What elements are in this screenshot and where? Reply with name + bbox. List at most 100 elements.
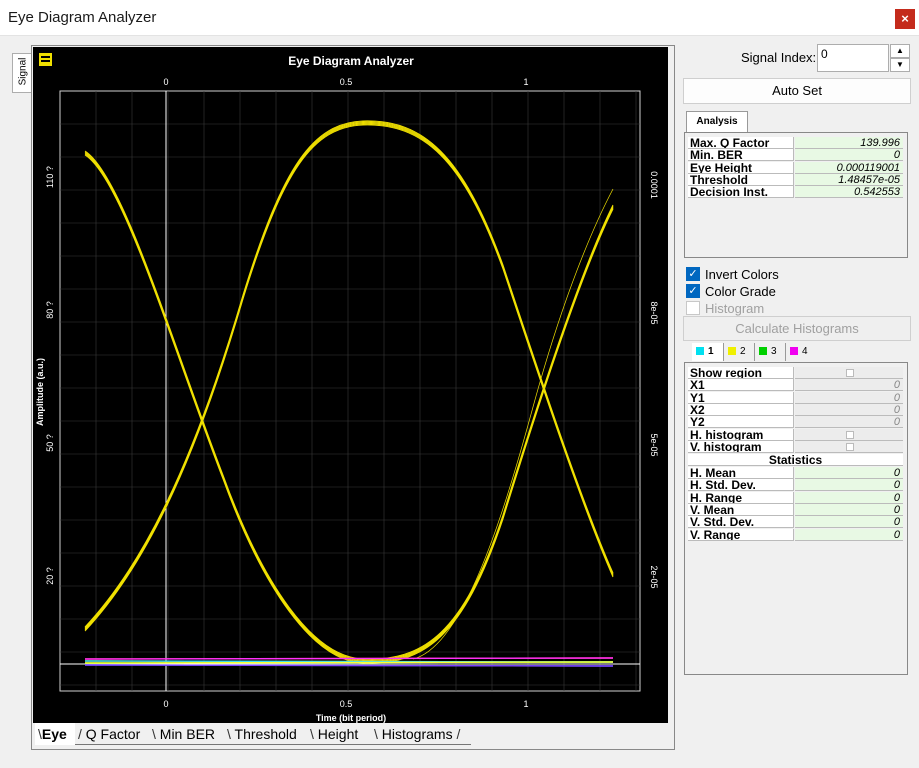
region-row[interactable]: X1 0 [688,379,906,392]
stat-value[interactable]: 0 [795,479,903,492]
eye-diagram-plot[interactable]: Eye Diagram Analyzer Time (bit period) A… [33,47,668,723]
y-tick-left-0: 110 ? [45,166,55,188]
region-name: Y2 [688,416,794,429]
region-color-icon [790,347,798,356]
region-tab-4[interactable]: 4 [785,343,816,361]
stat-row[interactable]: H. Range 0 [688,491,906,504]
eye-traces [84,120,614,667]
eye-trace [412,188,614,660]
region-name: H. histogram [688,428,794,441]
x-tick-bottom-0: 0 [163,699,168,709]
histogram-checkbox[interactable] [686,301,700,315]
stat-value[interactable]: 0 [795,516,903,529]
region-row[interactable]: Y2 0 [688,416,906,429]
auto-set-button[interactable]: Auto Set [683,78,911,104]
signal-index-input[interactable]: 0 [817,44,889,72]
eye-trace [84,154,614,664]
tab-height-label: Height [317,726,359,742]
region-row[interactable]: X2 0 [688,403,906,416]
stat-value[interactable]: 0 [795,503,903,516]
color-grade-checkbox[interactable]: ✓ [686,284,700,298]
window-title: Eye Diagram Analyzer [8,9,157,26]
region-tab-3[interactable]: 3 [754,343,785,361]
analysis-value[interactable]: 1.48457e-05 [795,173,903,186]
analysis-row[interactable]: Threshold 1.48457e-05 [688,173,906,186]
region-row[interactable]: Y1 0 [688,391,906,404]
close-button[interactable]: × [895,9,915,29]
region-value[interactable]: 0 [795,379,903,392]
analysis-row[interactable]: Eye Height 0.000119001 [688,161,906,174]
stat-row[interactable]: V. Mean 0 [688,503,906,516]
stat-row[interactable]: H. Std. Dev. 0 [688,479,906,492]
tab-eye[interactable]: \Eye [35,723,75,745]
analysis-name: Decision Inst. [688,186,794,199]
color-grade-label: Color Grade [705,284,776,299]
y-tick-right-2: 5e-05 [649,433,659,456]
region-checkbox[interactable] [846,369,854,377]
spin-up-icon[interactable]: ▲ [890,44,910,58]
plot-menu-icon[interactable] [39,53,52,66]
stat-value[interactable]: 0 [795,467,903,479]
x-tick-top-0: 0 [163,77,168,87]
invert-colors-checkbox[interactable]: ✓ [686,267,700,281]
histogram-label: Histogram [705,301,765,316]
stat-value[interactable]: 0 [795,491,903,504]
analysis-row[interactable]: Min. BER 0 [688,149,906,162]
y-tick-right-0: 0.0001 [649,171,659,199]
tab-q-factor[interactable]: / Q Factor [75,723,149,745]
region-color-icon [759,347,767,356]
x-tick-top-1: 0.5 [340,77,353,87]
region-row[interactable]: Show region [688,367,906,379]
tab-height[interactable]: \ Height [307,723,371,745]
y-tick-left-1: 80 ? [45,301,55,319]
noise-band [84,657,614,660]
tab-histograms-label: Histograms [381,726,453,742]
stat-name: V. Mean [688,503,794,516]
eye-trace [84,152,614,662]
calculate-histograms-button[interactable]: Calculate Histograms [683,316,911,341]
plot-border [59,90,641,692]
analysis-value[interactable]: 0.000119001 [795,161,903,174]
spin-down-icon[interactable]: ▼ [890,58,910,72]
region-row[interactable]: V. histogram [688,440,906,453]
region-checkbox[interactable] [846,430,854,439]
region-value[interactable]: 0 [795,391,903,404]
y-tick-right-1: 8e-05 [649,301,659,324]
stat-row[interactable]: H. Mean 0 [688,467,906,479]
region-color-icon [696,347,704,356]
analysis-value[interactable]: 0 [795,149,903,162]
plot-title: Eye Diagram Analyzer [288,54,414,68]
tab-histograms[interactable]: \ Histograms / [371,723,471,745]
x-axis-label: Time (bit period) [316,713,386,723]
tab-analysis[interactable]: Analysis [686,111,748,133]
stat-row[interactable]: V. Std. Dev. 0 [688,516,906,529]
signal-index-label: Signal Index: [741,50,817,65]
analysis-row[interactable]: Decision Inst. 0.542553 [688,186,906,199]
region-tab-label: 4 [802,346,808,357]
region-value[interactable]: 0 [795,403,903,416]
stat-name: H. Mean [688,467,794,479]
region-value[interactable]: 0 [795,416,903,429]
region-name: Show region [688,367,794,379]
stat-value[interactable]: 0 [795,528,903,541]
region-tab-label: 2 [740,346,746,357]
tab-signal[interactable]: Signal [12,53,32,93]
region-checkbox[interactable] [846,442,854,451]
tab-min-ber[interactable]: \ Min BER [149,723,224,745]
eye-trace [84,123,614,631]
eye-trace [84,124,614,632]
region-tab-1[interactable]: 1 [692,343,723,361]
analysis-value[interactable]: 0.542553 [795,186,903,199]
tab-threshold[interactable]: \ Threshold [224,723,307,745]
region-row[interactable]: H. histogram [688,428,906,441]
analysis-name: Threshold [688,173,794,186]
region-name: X1 [688,379,794,392]
stat-row[interactable]: V. Range 0 [688,528,906,541]
region-tab-2[interactable]: 2 [723,343,754,361]
stat-name: V. Range [688,528,794,541]
analysis-value[interactable]: 139.996 [795,137,903,149]
region-name: V. histogram [688,440,794,453]
analysis-row[interactable]: Max. Q Factor 139.996 [688,137,906,149]
stat-name: H. Range [688,491,794,504]
region-name: X2 [688,403,794,416]
